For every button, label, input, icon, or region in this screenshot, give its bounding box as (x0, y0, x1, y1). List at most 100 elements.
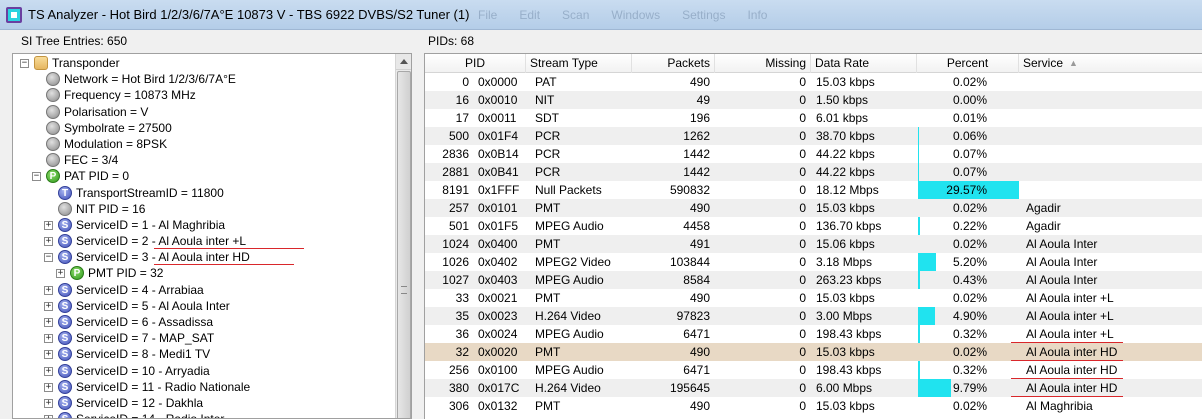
tree-node-label: Transponder (52, 56, 120, 70)
expand-icon[interactable]: + (56, 269, 65, 279)
table-row[interactable]: 500 0x01F4 PCR 1262 0 38.70 kbps 0.06% (425, 127, 1202, 145)
cell-packets: 6471 (683, 327, 710, 341)
tree-node[interactable]: T TransportStreamID = 11800 (13, 185, 397, 201)
tree-node-label: PMT PID = 32 (88, 266, 164, 281)
pane-splitter[interactable] (414, 30, 422, 419)
table-row[interactable]: 0 0x0000 PAT 490 0 15.03 kbps 0.02% (425, 73, 1202, 91)
cell-percent: 0.02% (952, 399, 987, 413)
tree-node-label: ServiceID = 12 - Dakhla (76, 395, 204, 410)
si-tree-header: SI Tree Entries: 650 (21, 34, 128, 48)
cell-service: Al Aoula inter +L (1026, 291, 1114, 305)
cell-pid: 256 (448, 363, 469, 377)
table-row[interactable]: 1024 0x0400 PMT 491 0 15.06 kbps 0.02% Al Aoula… (425, 235, 1202, 253)
cell-missing: 0 (799, 93, 806, 107)
col-service[interactable]: Service ▲ (1019, 54, 1202, 73)
table-row[interactable]: 35 0x0023 H.264 Video 97823 0 3.00 Mbps 4.90% A… (425, 307, 1202, 325)
cell-service (1026, 181, 1202, 199)
table-row[interactable]: 17 0x0011 SDT 196 0 6.01 kbps 0.01% (425, 109, 1202, 127)
pid-table[interactable]: PID Stream Type Packets Missing Data Rat… (424, 53, 1202, 419)
table-row[interactable]: 380 0x017C H.264 Video 195645 0 6.00 Mbps 9.79… (425, 379, 1202, 397)
tree-node[interactable]: Network = Hot Bird 1/2/3/6/7A°E (13, 71, 397, 87)
expand-icon[interactable]: + (44, 334, 53, 344)
table-row[interactable]: 36 0x0024 MPEG Audio 6471 0 198.43 kbps 0.32% A… (425, 325, 1202, 343)
expand-icon[interactable]: + (44, 318, 53, 327)
tree-node[interactable]: + S ServiceID = 5 - Al Aoula Inter (13, 298, 397, 314)
cell-pid-hex: 0x0402 (478, 255, 518, 269)
col-packets[interactable]: Packets (632, 54, 715, 73)
cell-service: Al Aoula inter HD (1026, 363, 1118, 377)
menu-settings[interactable]: Settings (682, 8, 725, 24)
expand-icon[interactable]: + (44, 350, 53, 360)
col-data-rate[interactable]: Data Rate (811, 54, 917, 73)
si-tree-panel[interactable]: − Transponder Network = Hot Bird 1/2/3/6/7… (12, 53, 412, 419)
tree-node-label: ServiceID = 5 - Al Aoula Inter (76, 298, 230, 313)
col-stream-type[interactable]: Stream Type (526, 54, 632, 73)
col-percent[interactable]: Percent (917, 54, 1019, 73)
table-row[interactable]: 1026 0x0402 MPEG2 Video 103844 0 3.18 Mbps 5.2… (425, 253, 1202, 271)
expand-icon[interactable]: + (44, 382, 53, 392)
blue-s-icon: S (58, 363, 72, 378)
table-row[interactable]: 306 0x0132 PMT 490 0 15.03 kbps 0.02% Al Maghri… (425, 397, 1202, 415)
cell-percent: 4.90% (952, 309, 987, 323)
cell-percent: 0.07% (952, 165, 987, 179)
menu-scan[interactable]: Scan (562, 8, 589, 24)
collapse-icon[interactable]: − (32, 172, 41, 182)
table-row[interactable]: 2836 0x0B14 PCR 1442 0 44.22 kbps 0.07% (425, 145, 1202, 163)
tree-node[interactable]: + S ServiceID = 4 - Arrabiaa (13, 282, 397, 298)
table-row[interactable]: 2881 0x0B41 PCR 1442 0 44.22 kbps 0.07% (425, 163, 1202, 181)
tree-node[interactable]: Modulation = 8PSK (13, 136, 397, 152)
tree-node[interactable]: NIT PID = 16 (13, 201, 397, 217)
col-pid[interactable]: PID (425, 54, 526, 73)
tree-node[interactable]: + S ServiceID = 10 - Arryadia (13, 363, 397, 379)
tree-node[interactable]: + S ServiceID = 7 - MAP_SAT (13, 330, 397, 346)
tree-node[interactable]: + S ServiceID = 14 - Radio Inter (13, 411, 397, 418)
expand-icon[interactable]: + (44, 220, 53, 230)
tree-node[interactable]: + S ServiceID = 1 - Al Maghribia (13, 217, 397, 233)
scroll-up-icon[interactable] (396, 54, 411, 70)
scroll-thumb[interactable] (397, 71, 411, 418)
expand-icon[interactable]: + (44, 415, 53, 418)
expand-icon[interactable]: + (44, 366, 53, 376)
expand-icon[interactable]: + (44, 301, 53, 311)
tree-node[interactable]: Frequency = 10873 MHz (13, 87, 397, 103)
menu-file[interactable]: File (478, 8, 497, 24)
col-missing[interactable]: Missing (715, 54, 811, 73)
collapse-icon[interactable]: − (44, 253, 53, 263)
cell-service: Al Aoula inter +L (1026, 327, 1114, 341)
expand-icon[interactable]: + (44, 285, 53, 295)
si-tree[interactable]: − Transponder Network = Hot Bird 1/2/3/6/7… (13, 55, 397, 418)
cell-packets: 490 (689, 345, 710, 359)
cell-pid-hex: 0x0100 (478, 363, 518, 377)
tree-node[interactable]: FEC = 3/4 (13, 152, 397, 168)
tree-node[interactable]: + S ServiceID = 12 - Dakhla (13, 395, 397, 411)
table-row[interactable]: 33 0x0021 PMT 490 0 15.03 kbps 0.02% Al Aoula i… (425, 289, 1202, 307)
tree-node[interactable]: − S ServiceID = 3 - Al Aoula inter HD (13, 249, 397, 266)
tree-node[interactable]: Polarisation = V (13, 104, 397, 120)
collapse-icon[interactable]: − (20, 59, 29, 68)
table-row[interactable]: 256 0x0100 MPEG Audio 6471 0 198.43 kbps 0.32%… (425, 361, 1202, 379)
table-row[interactable]: 8191 0x1FFF Null Packets 590832 0 18.12 Mbps 2… (425, 181, 1202, 199)
expand-icon[interactable]: + (44, 398, 53, 408)
tree-node[interactable]: + S ServiceID = 11 - Radio Nationale (13, 379, 397, 395)
menu-windows[interactable]: Windows (611, 8, 660, 24)
expand-icon[interactable]: + (44, 237, 53, 247)
table-row[interactable]: 501 0x01F5 MPEG Audio 4458 0 136.70 kbps 0.22%… (425, 217, 1202, 235)
table-row[interactable]: 16 0x0010 NIT 49 0 1.50 kbps 0.00% (425, 91, 1202, 109)
tree-node[interactable]: + P PMT PID = 32 (13, 265, 397, 281)
cell-packets: 491 (689, 237, 710, 251)
tree-node[interactable]: + S ServiceID = 8 - Medi1 TV (13, 346, 397, 362)
tree-node[interactable]: Symbolrate = 27500 (13, 120, 397, 136)
table-row[interactable]: 1027 0x0403 MPEG Audio 8584 0 263.23 kbps 0.43… (425, 271, 1202, 289)
cell-missing: 0 (799, 345, 806, 359)
tree-scrollbar[interactable] (395, 54, 411, 418)
tree-node[interactable]: + S ServiceID = 6 - Assadissa (13, 314, 397, 330)
table-row[interactable]: 32 0x0020 PMT 490 0 15.03 kbps 0.02% Al Aoula i… (425, 343, 1202, 361)
cell-data-rate: 6.01 kbps (816, 111, 869, 125)
cell-data-rate: 3.00 Mbps (816, 309, 873, 323)
table-row[interactable]: 257 0x0101 PMT 490 0 15.03 kbps 0.02% Agadir (425, 199, 1202, 217)
menu-edit[interactable]: Edit (519, 8, 540, 24)
tree-node[interactable]: + S ServiceID = 2 - Al Aoula inter +L (13, 233, 397, 250)
tree-node[interactable]: − Transponder (13, 55, 397, 71)
menu-info[interactable]: Info (747, 8, 767, 24)
tree-node[interactable]: − P PAT PID = 0 (13, 168, 397, 184)
